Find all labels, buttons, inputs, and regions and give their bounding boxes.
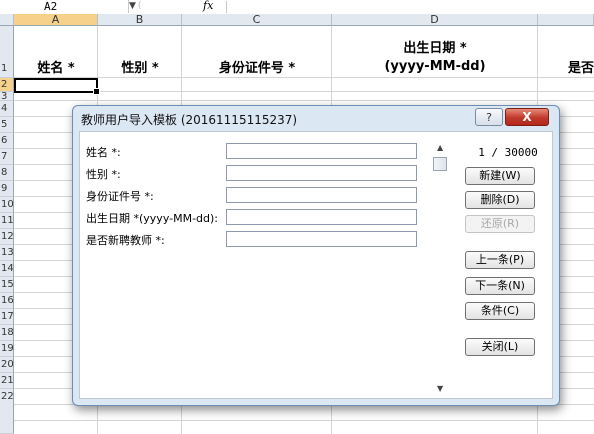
formula-bar: A2 ▼( fx	[0, 0, 594, 15]
row-header-10[interactable]: 10	[0, 197, 14, 213]
scroll-up-icon[interactable]: ▲	[437, 143, 443, 152]
header-cell-name[interactable]: 姓名 *	[14, 26, 98, 78]
row-header-5[interactable]: 5	[0, 117, 14, 133]
close-button[interactable]: 关闭(L)	[465, 338, 535, 356]
field-label-id-number: 身份证件号 *:	[86, 190, 154, 203]
name-box[interactable]: A2	[0, 0, 129, 13]
header-cell-new-teacher[interactable]: 是否	[538, 26, 594, 78]
find-prev-button[interactable]: 上一条(P)	[465, 251, 535, 269]
row-header-6[interactable]: 6	[0, 133, 14, 149]
row-header-9[interactable]: 9	[0, 181, 14, 197]
record-scrollbar[interactable]: ▲ ▼	[433, 143, 449, 393]
formula-divider	[226, 1, 227, 13]
grid-line	[14, 91, 594, 92]
record-counter: 1 / 30000	[478, 146, 538, 159]
criteria-button[interactable]: 条件(C)	[465, 302, 535, 320]
header-cell-birthdate[interactable]: 出生日期 * (yyyy-MM-dd)	[332, 26, 538, 78]
birthdate-header-line2: (yyyy-MM-dd)	[384, 59, 486, 74]
id-number-field[interactable]	[226, 187, 417, 203]
new-teacher-field[interactable]	[226, 231, 417, 247]
help-button[interactable]: ?	[475, 108, 503, 126]
field-label-birthdate: 出生日期 *(yyyy-MM-dd):	[86, 212, 219, 225]
dialog-title: 教师用户导入模板 (20161115115237)	[81, 113, 298, 127]
dialog-body: 姓名 *: 性别 *: 身份证件号 *: 出生日期 *(yyyy-MM-dd):…	[79, 131, 553, 399]
select-all-corner[interactable]	[0, 14, 14, 26]
birthdate-field[interactable]	[226, 209, 417, 225]
row-header-2[interactable]: 2	[0, 78, 14, 92]
scroll-down-icon[interactable]: ▼	[437, 384, 443, 393]
new-button[interactable]: 新建(W)	[465, 167, 535, 185]
grid-line	[14, 100, 594, 101]
row-header-17[interactable]: 17	[0, 309, 14, 325]
row-header-13[interactable]: 13	[0, 245, 14, 261]
name-box-dropdown[interactable]: ▼(	[129, 0, 155, 13]
row-header-22[interactable]: 22	[0, 389, 14, 434]
grid-line	[14, 420, 594, 421]
row-header-21[interactable]: 21	[0, 373, 14, 389]
data-form-dialog: 教师用户导入模板 (20161115115237) ? X 姓名 *: 性别 *…	[72, 105, 560, 406]
field-label-gender: 性别 *:	[86, 168, 121, 181]
fx-icon[interactable]: fx	[203, 0, 213, 12]
row-header-19[interactable]: 19	[0, 341, 14, 357]
row-header-16[interactable]: 16	[0, 293, 14, 309]
delete-button[interactable]: 删除(D)	[465, 191, 535, 209]
scroll-thumb[interactable]	[433, 157, 447, 171]
close-icon[interactable]: X	[505, 108, 549, 126]
field-label-new-teacher: 是否新聘教师 *:	[86, 234, 165, 247]
row-header-8[interactable]: 8	[0, 165, 14, 181]
find-next-button[interactable]: 下一条(N)	[465, 277, 535, 295]
chevron-down-icon: ▼	[129, 1, 136, 11]
header-cell-id-number[interactable]: 身份证件号 *	[182, 26, 332, 78]
row-header-4[interactable]: 4	[0, 101, 14, 117]
header-cell-gender[interactable]: 性别 *	[98, 26, 182, 78]
field-label-name: 姓名 *:	[86, 146, 121, 159]
column-header-c[interactable]: C	[182, 14, 332, 26]
active-cell-a2[interactable]	[14, 78, 100, 95]
row-header-11[interactable]: 11	[0, 213, 14, 229]
row-header-7[interactable]: 7	[0, 149, 14, 165]
row-header-14[interactable]: 14	[0, 261, 14, 277]
column-header-b[interactable]: B	[98, 14, 182, 26]
restore-button[interactable]: 还原(R)	[465, 215, 535, 233]
gender-field[interactable]	[226, 165, 417, 181]
birthdate-header-line1: 出生日期 *	[403, 41, 467, 56]
row-header-18[interactable]: 18	[0, 325, 14, 341]
column-header-a[interactable]: A	[14, 14, 98, 26]
row-header-20[interactable]: 20	[0, 357, 14, 373]
row-header-1[interactable]: 1	[0, 26, 14, 78]
row-header-15[interactable]: 15	[0, 277, 14, 293]
name-field[interactable]	[226, 143, 417, 159]
column-header-e[interactable]	[538, 14, 594, 26]
column-header-d[interactable]: D	[332, 14, 538, 26]
row-header-12[interactable]: 12	[0, 229, 14, 245]
row-header-3[interactable]: 3	[0, 92, 14, 101]
